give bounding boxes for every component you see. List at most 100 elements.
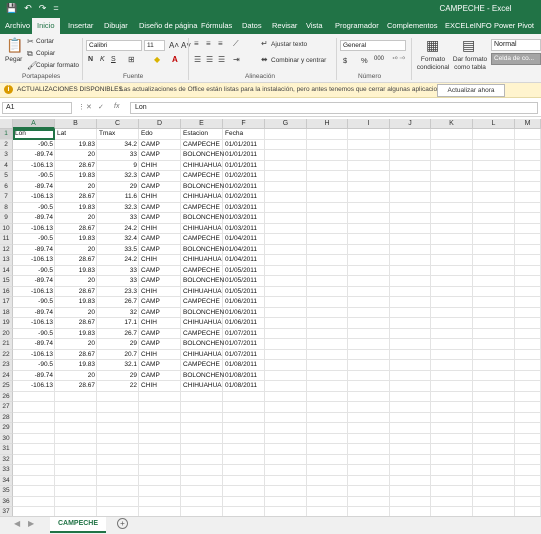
cell-d12[interactable]: CAMP bbox=[141, 245, 181, 256]
cell-d9[interactable]: CAMP bbox=[141, 213, 181, 224]
column-header-a[interactable]: A bbox=[13, 119, 55, 129]
cell-b15[interactable]: 20 bbox=[55, 276, 95, 287]
cell-e20[interactable]: CAMPECHE bbox=[183, 329, 223, 340]
cell-a6[interactable]: -89.74 bbox=[13, 182, 53, 193]
cell-a10[interactable]: -106.13 bbox=[13, 224, 53, 235]
row-header[interactable]: 2 bbox=[0, 139, 13, 150]
column-header-d[interactable]: D bbox=[139, 119, 181, 129]
cell-b16[interactable]: 28.67 bbox=[55, 287, 95, 298]
cell-c1[interactable]: Tmax bbox=[99, 129, 139, 140]
column-header-e[interactable]: E bbox=[181, 119, 223, 129]
cell-f21[interactable]: 01/07/2011 bbox=[225, 339, 265, 350]
row-header[interactable]: 14 bbox=[0, 265, 13, 276]
cell-f9[interactable]: 01/03/2011 bbox=[225, 213, 265, 224]
fill-color-icon[interactable]: ◆ bbox=[154, 55, 160, 64]
column-header-g[interactable]: G bbox=[265, 119, 307, 129]
cell-e2[interactable]: CAMPECHE bbox=[183, 140, 223, 151]
copy-button[interactable]: Copiar bbox=[36, 50, 55, 57]
align-left-icon[interactable]: ☰ bbox=[194, 55, 201, 64]
cell-b18[interactable]: 20 bbox=[55, 308, 95, 319]
row-header[interactable]: 18 bbox=[0, 307, 13, 318]
cell-b23[interactable]: 19.83 bbox=[55, 360, 95, 371]
row-header[interactable]: 19 bbox=[0, 318, 13, 329]
cell-c12[interactable]: 33.5 bbox=[97, 245, 137, 256]
tab-dibujar[interactable]: Dibujar bbox=[104, 21, 128, 30]
cell-f22[interactable]: 01/07/2011 bbox=[225, 350, 265, 361]
cell-e11[interactable]: CAMPECHE bbox=[183, 234, 223, 245]
cell-b11[interactable]: 19.83 bbox=[55, 234, 95, 245]
cell-c4[interactable]: 9 bbox=[97, 161, 137, 172]
orientation-icon[interactable]: ⟋ bbox=[233, 39, 239, 49]
cell-f20[interactable]: 01/07/2011 bbox=[225, 329, 265, 340]
cell-c3[interactable]: 33 bbox=[97, 150, 137, 161]
tab-insertar[interactable]: Insertar bbox=[68, 21, 93, 30]
cell-a19[interactable]: -106.13 bbox=[13, 318, 53, 329]
tab-programador[interactable]: Programador bbox=[335, 21, 379, 30]
cell-a2[interactable]: -90.5 bbox=[13, 140, 53, 151]
cell-e18[interactable]: BOLONCHEN bbox=[183, 308, 224, 319]
cell-a24[interactable]: -89.74 bbox=[13, 371, 53, 382]
cell-c8[interactable]: 32.3 bbox=[97, 203, 137, 214]
tab-datos[interactable]: Datos bbox=[242, 21, 262, 30]
column-header-c[interactable]: C bbox=[97, 119, 139, 129]
cell-f10[interactable]: 01/03/2011 bbox=[225, 224, 265, 235]
cell-c19[interactable]: 17.1 bbox=[97, 318, 137, 329]
cell-e13[interactable]: CHIHUAHUA bbox=[183, 255, 223, 266]
cell-d11[interactable]: CAMP bbox=[141, 234, 181, 245]
underline-button[interactable]: S bbox=[111, 56, 116, 63]
cell-d20[interactable]: CAMP bbox=[141, 329, 181, 340]
cell-b13[interactable]: 28.67 bbox=[55, 255, 95, 266]
tab-diseno-pagina[interactable]: Diseño de página bbox=[139, 21, 197, 30]
cell-e5[interactable]: CAMPECHE bbox=[183, 171, 223, 182]
borders-icon[interactable]: ⊞ bbox=[128, 55, 135, 64]
row-header[interactable]: 12 bbox=[0, 244, 13, 255]
cell-f14[interactable]: 01/05/2011 bbox=[225, 266, 265, 277]
cell-c6[interactable]: 29 bbox=[97, 182, 137, 193]
row-header[interactable]: 8 bbox=[0, 202, 13, 213]
add-sheet-icon[interactable]: + bbox=[117, 518, 128, 529]
cell-c14[interactable]: 33 bbox=[97, 266, 137, 277]
prev-sheet-icon[interactable]: ◀ bbox=[14, 519, 20, 528]
cell-b19[interactable]: 28.67 bbox=[55, 318, 95, 329]
row-header[interactable]: 30 bbox=[0, 433, 13, 444]
row-header[interactable]: 6 bbox=[0, 181, 13, 192]
cell-e24[interactable]: BOLONCHEN bbox=[183, 371, 224, 382]
cell-e17[interactable]: CAMPECHE bbox=[183, 297, 223, 308]
cell-a5[interactable]: -90.5 bbox=[13, 171, 53, 182]
currency-button[interactable]: $ bbox=[343, 56, 347, 65]
row-header[interactable]: 15 bbox=[0, 276, 13, 287]
style-normal[interactable]: Normal bbox=[491, 39, 541, 51]
tab-power-pivot[interactable]: Power Pivot bbox=[494, 21, 534, 30]
cell-a25[interactable]: -106.13 bbox=[13, 381, 53, 392]
decrease-font-icon[interactable]: A˅ bbox=[181, 41, 191, 50]
cell-f13[interactable]: 01/04/2011 bbox=[225, 255, 265, 266]
row-header[interactable]: 22 bbox=[0, 349, 13, 360]
row-header[interactable]: 21 bbox=[0, 339, 13, 350]
cell-d22[interactable]: CHIH bbox=[141, 350, 181, 361]
row-header[interactable]: 32 bbox=[0, 454, 13, 465]
cell-f7[interactable]: 01/02/2011 bbox=[225, 192, 265, 203]
update-now-button[interactable]: Actualizar ahora bbox=[437, 84, 505, 97]
cell-c5[interactable]: 32.3 bbox=[97, 171, 137, 182]
italic-button[interactable]: K bbox=[100, 56, 105, 63]
cell-d17[interactable]: CAMP bbox=[141, 297, 181, 308]
align-center-icon[interactable]: ☰ bbox=[206, 55, 213, 64]
row-header[interactable]: 20 bbox=[0, 328, 13, 339]
row-header[interactable]: 17 bbox=[0, 297, 13, 308]
insert-function-icon[interactable]: fx bbox=[114, 103, 119, 110]
cell-d8[interactable]: CAMP bbox=[141, 203, 181, 214]
cell-b20[interactable]: 19.83 bbox=[55, 329, 95, 340]
row-header[interactable]: 33 bbox=[0, 465, 13, 476]
cell-c22[interactable]: 20.7 bbox=[97, 350, 137, 361]
cell-b9[interactable]: 20 bbox=[55, 213, 95, 224]
cell-e3[interactable]: BOLONCHEN bbox=[183, 150, 224, 161]
style-check-cell[interactable]: Celda de co... bbox=[491, 53, 541, 65]
row-header[interactable]: 37 bbox=[0, 507, 13, 516]
row-header[interactable]: 26 bbox=[0, 391, 13, 402]
row-header[interactable]: 36 bbox=[0, 496, 13, 507]
cell-b6[interactable]: 20 bbox=[55, 182, 95, 193]
cell-e16[interactable]: CHIHUAHUA bbox=[183, 287, 223, 298]
cell-a15[interactable]: -89.74 bbox=[13, 276, 53, 287]
cell-d13[interactable]: CHIH bbox=[141, 255, 181, 266]
cell-a17[interactable]: -90.5 bbox=[13, 297, 53, 308]
